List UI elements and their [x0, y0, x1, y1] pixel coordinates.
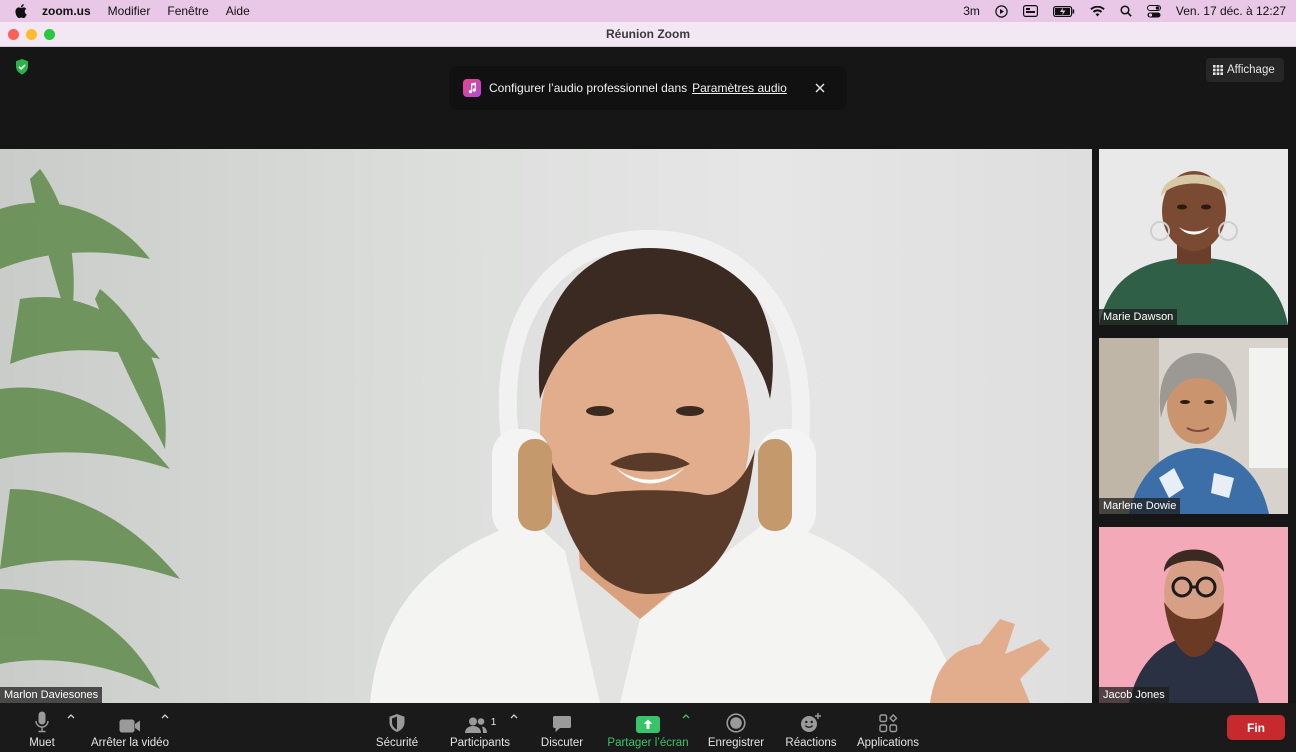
participant-tile[interactable]: Jacob Jones	[1099, 527, 1288, 703]
participants-icon	[464, 717, 487, 733]
view-button[interactable]: Affichage	[1206, 58, 1284, 82]
participant-video-frame	[1099, 149, 1288, 325]
reaction-smiley-icon	[801, 713, 821, 732]
menu-fenetre[interactable]: Fenêtre	[167, 4, 208, 18]
play-icon[interactable]	[995, 4, 1008, 18]
wifi-icon[interactable]	[1090, 5, 1105, 17]
encryption-shield-icon[interactable]	[12, 57, 32, 77]
search-icon[interactable]	[1120, 5, 1132, 17]
battery-icon[interactable]	[1052, 5, 1075, 17]
reactions-button[interactable]: Réactions	[785, 703, 837, 752]
participant-tile[interactable]: Marlene Dowie	[1099, 338, 1288, 514]
close-banner-icon[interactable]	[813, 81, 827, 95]
music-note-icon	[463, 79, 481, 97]
stop-video-label: Arrêter la vidéo	[91, 737, 169, 749]
apple-logo-icon[interactable]	[14, 4, 28, 18]
main-speaker-name-tag: Marlon Daviesones	[0, 687, 103, 703]
chevron-up-icon[interactable]	[161, 713, 169, 719]
menu-modifier[interactable]: Modifier	[108, 4, 151, 18]
share-screen-label: Partager l’écran	[607, 737, 689, 749]
video-camera-icon	[119, 719, 140, 733]
participant-name-tag: Jacob Jones	[1099, 687, 1169, 703]
chat-label: Discuter	[540, 737, 584, 749]
reactions-label: Réactions	[785, 737, 837, 749]
chevron-up-icon[interactable]	[510, 713, 518, 719]
meeting-toolbar: Muet Arrêter la vidéo Sécurité 1 Partici…	[0, 703, 1296, 752]
chat-bubble-icon	[553, 716, 571, 732]
security-label: Sécurité	[375, 737, 419, 749]
audio-settings-banner: Configurer l’audio professionnel dans Pa…	[449, 66, 847, 110]
chevron-up-icon[interactable]	[67, 713, 75, 719]
share-screen-icon	[636, 716, 660, 733]
grid-icon	[1213, 65, 1223, 75]
participant-name-tag: Marie Dawson	[1099, 309, 1178, 325]
view-button-label: Affichage	[1227, 64, 1275, 76]
menu-aide[interactable]: Aide	[226, 4, 250, 18]
control-center-icon[interactable]	[1146, 4, 1161, 18]
participant-video-frame	[1099, 338, 1288, 514]
status-text[interactable]: 3m	[963, 4, 980, 18]
control-strip-icon[interactable]	[1022, 5, 1038, 17]
window-titlebar: Réunion Zoom	[0, 22, 1296, 47]
apps-label: Applications	[856, 737, 919, 749]
record-label: Enregistrer	[707, 737, 765, 749]
participant-video-frame	[1099, 527, 1288, 703]
mute-button[interactable]: Muet	[22, 703, 62, 752]
speaker-video-frame	[0, 169, 1050, 703]
end-meeting-button[interactable]: Fin	[1227, 715, 1285, 740]
window-title: Réunion Zoom	[606, 27, 690, 41]
chat-button[interactable]: Discuter	[539, 703, 585, 752]
macos-menubar: zoom.us Modifier Fenêtre Aide 3m Ven. 17…	[0, 0, 1296, 22]
menu-app-name[interactable]: zoom.us	[42, 4, 91, 18]
apps-icon	[878, 714, 897, 733]
participants-button[interactable]: 1 Participants	[447, 703, 513, 752]
main-speaker-video[interactable]: Marlon Daviesones	[0, 149, 1092, 703]
menubar-clock[interactable]: Ven. 17 déc. à 12:27	[1176, 4, 1286, 18]
participants-label: Participants	[449, 737, 511, 749]
microphone-icon	[35, 711, 49, 733]
participants-count: 1	[490, 717, 497, 728]
chevron-up-icon[interactable]	[682, 713, 690, 719]
apps-button[interactable]: Applications	[854, 703, 922, 752]
banner-text: Configurer l’audio professionnel dans	[489, 81, 688, 95]
record-button[interactable]: Enregistrer	[705, 703, 767, 752]
share-screen-button[interactable]: Partager l’écran	[605, 703, 691, 752]
audio-settings-link[interactable]: Paramètres audio	[692, 81, 787, 95]
stop-video-button[interactable]: Arrêter la vidéo	[88, 703, 172, 752]
mute-label: Muet	[29, 737, 55, 749]
participant-tile[interactable]: Marie Dawson	[1099, 149, 1288, 325]
participant-name-tag: Marlene Dowie	[1099, 498, 1181, 514]
security-button[interactable]: Sécurité	[374, 703, 420, 752]
meeting-stage: Configurer l’audio professionnel dans Pa…	[0, 47, 1296, 703]
shield-icon	[389, 714, 405, 732]
record-icon	[726, 713, 746, 733]
